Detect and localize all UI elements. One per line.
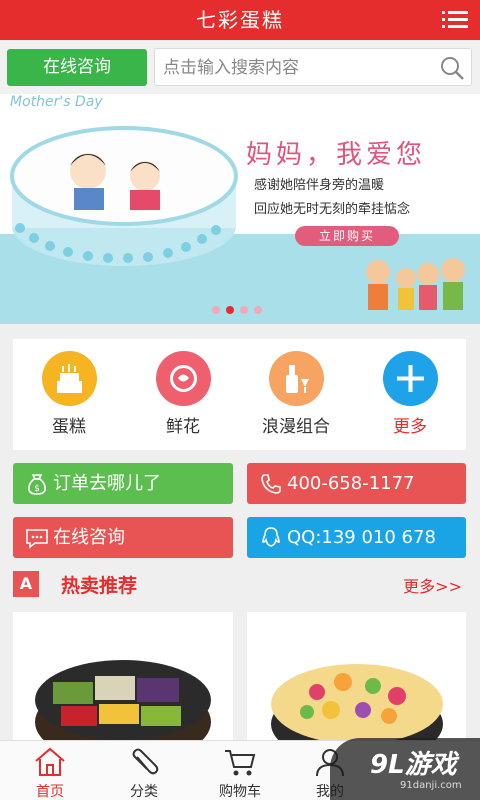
banner-tag: Mother's Day xyxy=(10,94,103,110)
nav-category[interactable]: 分类 xyxy=(94,741,194,800)
carousel-dot[interactable] xyxy=(212,306,220,314)
phone-button[interactable]: 400-658-1177 xyxy=(247,463,466,504)
online-consult-button[interactable]: 在线咨询 xyxy=(7,49,147,86)
nav-label: 首页 xyxy=(36,784,64,800)
more-link[interactable]: 更多>> xyxy=(403,573,462,597)
phone-icon xyxy=(261,474,281,494)
search-icon[interactable] xyxy=(439,55,465,81)
product-card[interactable] xyxy=(13,612,233,752)
carousel-dot[interactable] xyxy=(240,306,248,314)
nav-home[interactable]: 首页 xyxy=(0,741,100,800)
qq-icon xyxy=(262,527,280,547)
category-label: 浪漫组合 xyxy=(262,417,330,437)
cart-icon xyxy=(225,750,256,776)
fruit-tart-image xyxy=(271,664,443,752)
order-tracking-button[interactable]: $ 订单去哪儿了 xyxy=(13,463,233,504)
search-box[interactable] xyxy=(154,48,472,86)
category-label: 更多 xyxy=(393,417,427,437)
nav-label: 分类 xyxy=(130,784,158,800)
order-tracking-label: 订单去哪儿了 xyxy=(53,473,161,494)
flower-icon xyxy=(155,351,211,406)
site-watermark: 9L游戏 91danji.com xyxy=(330,738,480,800)
category-label: 蛋糕 xyxy=(52,417,86,437)
cake-icon xyxy=(41,351,97,406)
online-consult-action[interactable]: 在线咨询 xyxy=(13,517,233,558)
app-header: 七彩蛋糕 xyxy=(0,0,480,40)
watermark-logo: 9L游戏 xyxy=(370,750,457,780)
nav-cart[interactable]: 购物车 xyxy=(190,741,290,800)
carousel-dot-active[interactable] xyxy=(226,306,234,314)
app-title: 七彩蛋糕 xyxy=(196,8,284,32)
category-more[interactable]: 更多 xyxy=(360,351,460,437)
svg-text:$: $ xyxy=(34,484,40,494)
carousel-dots xyxy=(212,306,262,314)
search-bar: 在线咨询 xyxy=(0,40,480,94)
chat-icon xyxy=(26,529,48,549)
banner-line-2: 回应她无时无刻的牵挂惦念 xyxy=(254,202,411,217)
money-bag-icon: $ xyxy=(28,474,46,495)
section-title: 热卖推荐 xyxy=(61,575,138,597)
promo-banner[interactable]: Mother's Day 妈妈，我爱您 感谢她陪伴身旁的温暖 回应她无时无刻的牵… xyxy=(0,94,480,324)
paperclip-icon xyxy=(132,748,159,775)
phone-number: 400-658-1177 xyxy=(287,473,415,494)
category-label: 鲜花 xyxy=(166,417,200,437)
banner-line-1: 感谢她陪伴身旁的温暖 xyxy=(254,178,385,193)
menu-icon[interactable] xyxy=(442,7,468,33)
qq-number: QQ:139 010 678 xyxy=(287,527,436,548)
category-romantic-combo[interactable]: 浪漫组合 xyxy=(246,351,346,437)
category-panel: 蛋糕 鲜花 浪漫组合 更多 xyxy=(13,339,466,450)
section-badge: A xyxy=(13,571,39,597)
fruit-cake-image xyxy=(35,660,211,752)
family-illustration xyxy=(366,258,465,310)
hot-section-header: A 热卖推荐 更多>> xyxy=(13,565,466,601)
search-input[interactable] xyxy=(163,57,433,79)
plus-icon xyxy=(382,351,438,406)
nav-label: 购物车 xyxy=(219,784,261,800)
online-consult-label: 在线咨询 xyxy=(53,527,125,548)
category-flower[interactable]: 鲜花 xyxy=(133,351,233,437)
carousel-dot[interactable] xyxy=(254,306,262,314)
banner-headline: 妈妈，我爱您 xyxy=(246,140,427,170)
home-icon xyxy=(35,747,65,776)
product-card[interactable] xyxy=(247,612,466,752)
buy-now-button[interactable]: 立即购买 xyxy=(295,226,399,246)
wine-icon xyxy=(268,351,324,406)
qq-button[interactable]: QQ:139 010 678 xyxy=(247,517,466,558)
cake-illustration xyxy=(10,126,238,266)
category-cake[interactable]: 蛋糕 xyxy=(19,351,119,437)
watermark-site: 91danji.com xyxy=(400,780,462,791)
